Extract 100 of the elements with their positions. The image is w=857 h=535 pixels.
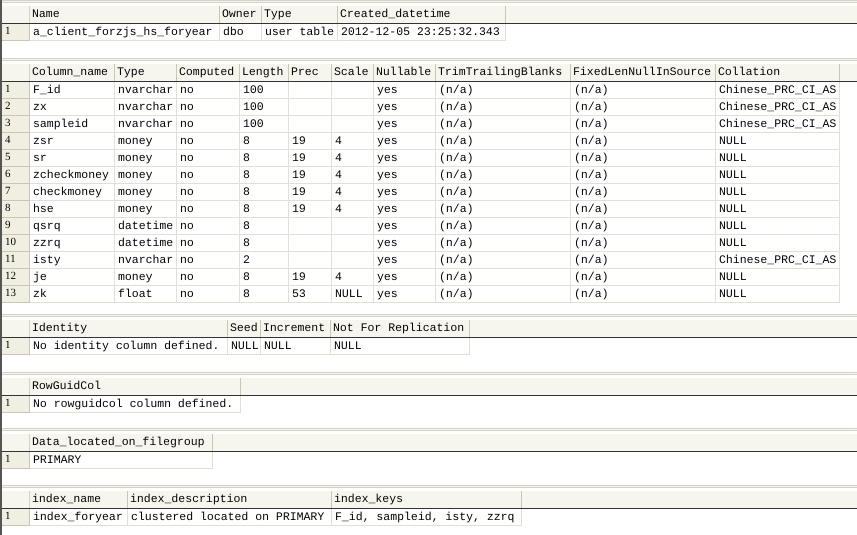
row-number[interactable]: 11 (2, 252, 30, 269)
table-cell: yes (374, 150, 436, 167)
table-cell: nvarchar (115, 252, 177, 269)
row-number[interactable]: 1 (2, 452, 30, 469)
column-header[interactable]: Owner (220, 6, 262, 23)
table-cell: index_foryear (30, 509, 128, 526)
column-header[interactable]: TrimTrailingBlanks (436, 64, 571, 81)
table-cell: (n/a) (436, 269, 571, 286)
column-header[interactable]: Seed (228, 320, 261, 337)
row-number[interactable]: 12 (2, 269, 30, 286)
row-number[interactable]: 6 (2, 167, 30, 184)
table-cell: checkmoney (30, 184, 115, 201)
table-cell: zsr (30, 133, 115, 150)
table-cell: user table (262, 24, 338, 41)
column-header[interactable]: Scale (332, 64, 374, 81)
table-cell: 8 (240, 167, 289, 184)
table-cell: NULL (716, 167, 840, 184)
table-cell: 4 (332, 167, 374, 184)
row-number[interactable]: 1 (2, 82, 30, 99)
table-cell: nvarchar (115, 99, 177, 116)
table-cell: 4 (332, 269, 374, 286)
row-number[interactable]: 1 (2, 24, 30, 41)
column-header[interactable]: Identity (30, 320, 228, 337)
table-cell: (n/a) (571, 184, 716, 201)
table-cell: zx (30, 99, 115, 116)
row-number[interactable]: 1 (2, 509, 30, 526)
table-cell: (n/a) (571, 116, 716, 133)
column-header[interactable]: Computed (177, 64, 240, 81)
table-cell: (n/a) (436, 150, 571, 167)
column-header[interactable]: Created_datetime (338, 6, 506, 23)
table-cell: NULL (716, 235, 840, 252)
table-cell: (n/a) (571, 218, 716, 235)
row-number[interactable]: 10 (2, 235, 30, 252)
column-header[interactable]: index_keys (332, 491, 522, 508)
table-cell: 53 (289, 286, 332, 303)
table-cell: money (115, 133, 177, 150)
table-cell: 19 (289, 201, 332, 218)
table-cell: no (177, 116, 240, 133)
table-cell: NULL (261, 338, 331, 355)
table-cell: money (115, 269, 177, 286)
table-cell: NULL (716, 286, 840, 303)
table-cell: NULL (228, 338, 261, 355)
table-cell: isty (30, 252, 115, 269)
table-cell: money (115, 201, 177, 218)
column-header[interactable]: Collation (716, 64, 840, 81)
column-header[interactable]: Not For Replication (331, 320, 470, 337)
column-header[interactable]: index_description (128, 491, 332, 508)
table-cell: (n/a) (571, 269, 716, 286)
column-header[interactable]: Type (115, 64, 177, 81)
table-cell: zk (30, 286, 115, 303)
table-cell: sampleid (30, 116, 115, 133)
table-cell: Chinese_PRC_CI_AS (716, 82, 840, 99)
table-cell: (n/a) (571, 201, 716, 218)
table-cell: (n/a) (571, 99, 716, 116)
row-number[interactable]: 8 (2, 201, 30, 218)
table-cell: NULL (716, 218, 840, 235)
table-cell: 100 (240, 82, 289, 99)
table-cell: 2012-12-05 23:25:32.343 (338, 24, 506, 41)
table-cell: No identity column defined. (30, 338, 228, 355)
table-cell: no (177, 99, 240, 116)
table-cell: no (177, 82, 240, 99)
table-cell: NULL (716, 201, 840, 218)
table-cell: 4 (332, 133, 374, 150)
column-header[interactable]: Type (262, 6, 338, 23)
table-cell: 8 (240, 133, 289, 150)
table-cell: qsrq (30, 218, 115, 235)
row-number[interactable]: 3 (2, 116, 30, 133)
table-cell: 8 (240, 218, 289, 235)
table-cell: nvarchar (115, 82, 177, 99)
table-cell: hse (30, 201, 115, 218)
column-header[interactable]: Increment (261, 320, 331, 337)
column-header[interactable]: index_name (30, 491, 128, 508)
column-header[interactable]: Column_name (30, 64, 115, 81)
table-cell: 4 (332, 150, 374, 167)
table-cell: (n/a) (436, 235, 571, 252)
table-cell: NULL (332, 286, 374, 303)
row-number[interactable]: 2 (2, 99, 30, 116)
row-number[interactable]: 13 (2, 286, 30, 303)
row-number[interactable]: 1 (2, 396, 30, 413)
table-cell: zzrq (30, 235, 115, 252)
row-number[interactable]: 4 (2, 133, 30, 150)
column-header[interactable]: FixedLenNullInSource (571, 64, 716, 81)
column-header[interactable]: Length (240, 64, 289, 81)
table-cell: 8 (240, 286, 289, 303)
row-number[interactable]: 1 (2, 338, 30, 355)
row-number[interactable]: 5 (2, 150, 30, 167)
table-cell: nvarchar (115, 116, 177, 133)
table-cell: (n/a) (436, 184, 571, 201)
row-number[interactable]: 9 (2, 218, 30, 235)
column-header[interactable]: Name (30, 6, 220, 23)
column-header[interactable]: Nullable (374, 64, 436, 81)
table-cell: yes (374, 82, 436, 99)
table-cell: 100 (240, 99, 289, 116)
table-cell: (n/a) (571, 167, 716, 184)
table-cell: datetime (115, 235, 177, 252)
row-number[interactable]: 7 (2, 184, 30, 201)
table-cell: 2 (240, 252, 289, 269)
column-header[interactable]: Prec (289, 64, 332, 81)
table-cell: 19 (289, 133, 332, 150)
table-cell: yes (374, 252, 436, 269)
